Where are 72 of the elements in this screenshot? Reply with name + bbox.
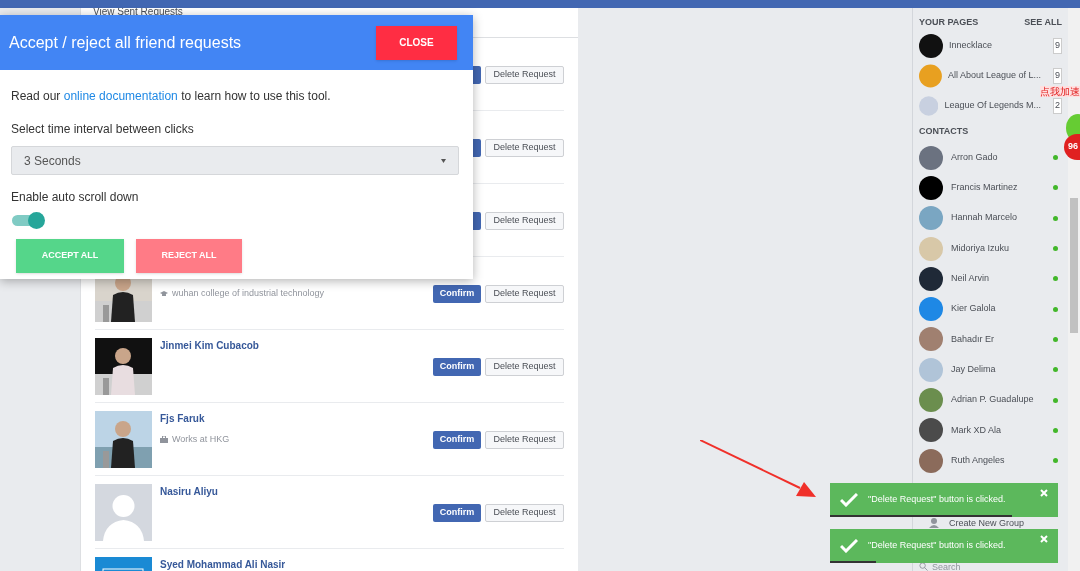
see-all-link[interactable]: SEE ALL bbox=[1024, 16, 1062, 30]
contact-item[interactable]: Bahadır Er bbox=[919, 324, 1062, 355]
delete-request-button[interactable]: Delete Request bbox=[485, 139, 564, 157]
count-badge: 9 bbox=[1053, 68, 1062, 84]
requester-name[interactable]: Nasiru Aliyu bbox=[160, 487, 425, 497]
contact-item[interactable]: Adrian P. Guadalupe bbox=[919, 384, 1062, 416]
search-field[interactable]: Search bbox=[932, 562, 992, 571]
toggle-switch[interactable] bbox=[11, 212, 45, 229]
group-icon bbox=[929, 518, 941, 528]
count-badge: 9 bbox=[1053, 38, 1062, 54]
confirm-button[interactable]: Confirm bbox=[433, 285, 481, 303]
requester-detail: Works at HKG bbox=[172, 434, 230, 445]
documentation-link[interactable]: online documentation bbox=[63, 89, 178, 103]
avatar-icon bbox=[919, 266, 943, 291]
contact-item[interactable]: Kier Galola bbox=[919, 294, 1062, 325]
avatar-icon bbox=[95, 484, 152, 541]
avatar-icon bbox=[919, 448, 943, 473]
avatar-icon bbox=[919, 206, 943, 231]
avatar-icon bbox=[919, 236, 943, 261]
section-heading: CONTACTS bbox=[919, 125, 970, 138]
contact-item[interactable]: Jay Delima bbox=[919, 354, 1062, 385]
contact-item[interactable]: Hannah Marcelo bbox=[919, 203, 1062, 234]
page-name[interactable]: All About League of L... bbox=[947, 69, 1041, 83]
requester-name[interactable]: Syed Mohammad Ali Nasir bbox=[160, 560, 564, 570]
delete-request-button[interactable]: Delete Request bbox=[485, 66, 564, 84]
search-icon bbox=[919, 562, 928, 571]
avatar-icon bbox=[919, 388, 943, 412]
contact-item[interactable]: Ruth Angeles bbox=[919, 445, 1062, 476]
view-sent-requests-link[interactable]: View Sent Requests bbox=[93, 8, 183, 17]
toast-message: "Delete Request" button is clicked. bbox=[868, 539, 1006, 553]
requester-name[interactable]: Fjs Faruk bbox=[160, 414, 425, 424]
avatar-icon bbox=[919, 297, 943, 322]
avatar-icon bbox=[919, 145, 943, 170]
create-group-item[interactable]: Create New Group bbox=[929, 518, 1062, 528]
contact-item[interactable]: Francis Martinez bbox=[919, 172, 1062, 204]
interval-select[interactable]: 3 Seconds bbox=[11, 146, 459, 175]
briefcase-icon bbox=[160, 436, 168, 443]
count-badge: 2 bbox=[1053, 98, 1062, 114]
delete-request-button[interactable]: Delete Request bbox=[485, 285, 564, 303]
intro-text: Read our online documentation to learn how to use this tool. bbox=[11, 88, 332, 105]
contact-item[interactable]: Midoriya Izuku bbox=[919, 233, 1062, 264]
close-icon[interactable] bbox=[1040, 489, 1048, 497]
confirm-button[interactable]: Confirm bbox=[433, 504, 481, 522]
confirm-button[interactable]: Confirm bbox=[433, 431, 481, 449]
delete-request-button[interactable]: Delete Request bbox=[485, 212, 564, 230]
delete-request-button[interactable]: Delete Request bbox=[485, 504, 564, 522]
speedup-tooltip[interactable]: 点我加速 bbox=[1040, 86, 1080, 97]
requester-name[interactable]: Jinmei Kim Cubacob bbox=[160, 341, 425, 351]
page-name[interactable]: Innecklace bbox=[949, 39, 993, 53]
close-icon[interactable] bbox=[1040, 535, 1048, 543]
delete-request-button[interactable]: Delete Request bbox=[485, 431, 564, 449]
requester-detail: wuhan college of industrial technology bbox=[172, 288, 325, 299]
contact-item[interactable]: Mark XD Ala bbox=[919, 415, 1062, 446]
avatar-icon bbox=[919, 175, 943, 200]
interval-label: Select time interval between clicks bbox=[11, 121, 194, 138]
page-avatar[interactable] bbox=[919, 34, 943, 58]
avatar-icon bbox=[919, 327, 943, 352]
avatar-icon bbox=[919, 357, 943, 382]
avatar-icon bbox=[919, 418, 943, 443]
delete-request-button[interactable]: Delete Request bbox=[485, 358, 564, 376]
contact-item[interactable]: Arron Gado bbox=[919, 142, 1062, 173]
section-heading: YOUR PAGES bbox=[919, 16, 979, 30]
autoscroll-label: Enable auto scroll down bbox=[11, 189, 139, 206]
modal-title: Accept / reject all friend requests bbox=[9, 32, 242, 53]
check-icon bbox=[840, 493, 858, 507]
toast-message: "Delete Request" button is clicked. bbox=[868, 493, 1006, 507]
contact-item[interactable]: Neil Arvin bbox=[919, 263, 1062, 294]
page-name[interactable]: League Of Legends M... bbox=[944, 99, 1041, 113]
check-icon bbox=[840, 539, 858, 553]
graduation-cap-icon bbox=[160, 290, 168, 297]
close-button[interactable]: CLOSE bbox=[376, 25, 457, 60]
confirm-button[interactable]: Confirm bbox=[433, 358, 481, 376]
